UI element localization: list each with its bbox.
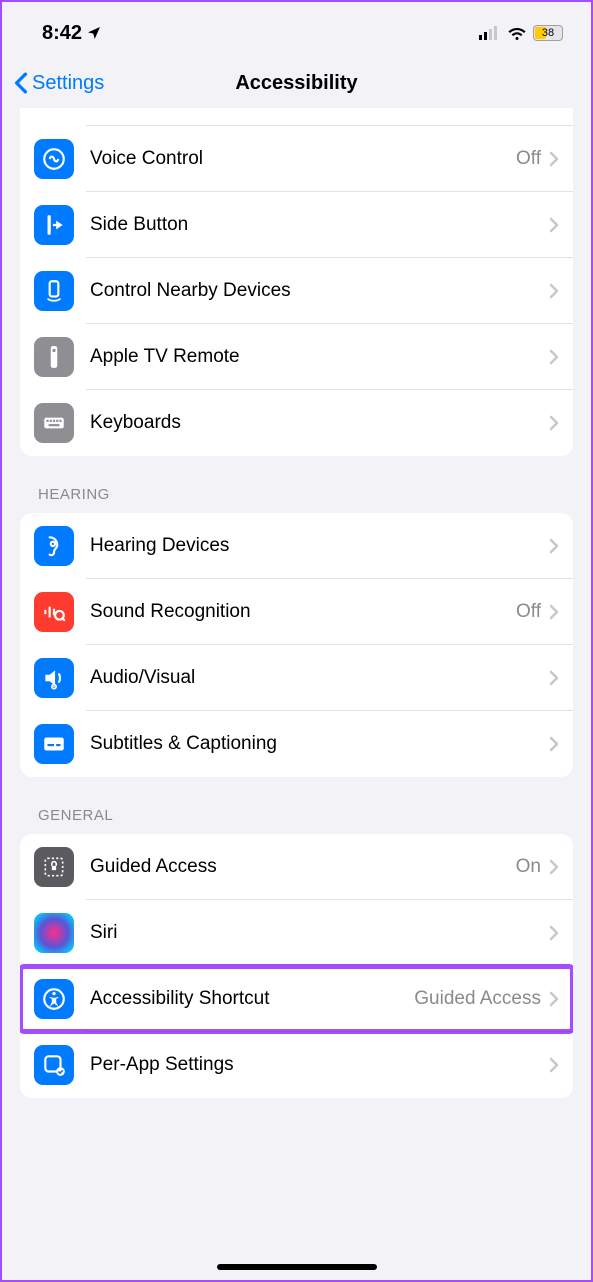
row-detail: Off <box>516 601 541 623</box>
side-button-icon <box>34 205 74 245</box>
row-label: Guided Access <box>90 856 516 878</box>
chevron-right-icon <box>549 217 559 233</box>
location-icon <box>86 25 102 41</box>
row-label: Control Nearby Devices <box>90 280 549 302</box>
row-control-nearby[interactable]: Control Nearby Devices <box>20 258 573 324</box>
chevron-right-icon <box>549 991 559 1007</box>
row-label: Per-App Settings <box>90 1054 549 1076</box>
row-label: Siri <box>90 922 549 944</box>
guided-access-icon <box>34 847 74 887</box>
chevron-right-icon <box>549 859 559 875</box>
audio-visual-icon <box>34 658 74 698</box>
chevron-right-icon <box>549 349 559 365</box>
row-label: Sound Recognition <box>90 601 516 623</box>
section-header-general: GENERAL <box>20 777 573 834</box>
chevron-right-icon <box>549 415 559 431</box>
chevron-right-icon <box>549 604 559 620</box>
per-app-settings-icon <box>34 1045 74 1085</box>
group-general: Guided Access On Siri Accessibility Shor… <box>20 834 573 1098</box>
sound-recognition-icon <box>34 592 74 632</box>
back-label: Settings <box>32 72 104 95</box>
content: Voice Control Off Side Button Control Ne… <box>2 108 591 1138</box>
status-bar: 8:42 38 <box>2 2 591 58</box>
row-hearing-devices[interactable]: Hearing Devices <box>20 513 573 579</box>
row-label: Keyboards <box>90 412 549 434</box>
battery-icon: 38 <box>533 25 563 41</box>
siri-icon <box>34 913 74 953</box>
control-nearby-icon <box>34 271 74 311</box>
status-indicators: 38 <box>479 25 563 41</box>
row-audio-visual[interactable]: Audio/Visual <box>20 645 573 711</box>
row-detail: Guided Access <box>414 988 541 1010</box>
cellular-icon <box>479 26 501 40</box>
chevron-right-icon <box>549 538 559 554</box>
chevron-left-icon <box>14 72 28 94</box>
back-button[interactable]: Settings <box>14 72 104 95</box>
row-detail: On <box>516 856 541 878</box>
apple-tv-remote-icon <box>34 337 74 377</box>
chevron-right-icon <box>549 736 559 752</box>
row-voice-control[interactable]: Voice Control Off <box>20 126 573 192</box>
row-subtitles-captioning[interactable]: Subtitles & Captioning <box>20 711 573 777</box>
section-header-hearing: HEARING <box>20 456 573 513</box>
accessibility-shortcut-icon <box>34 979 74 1019</box>
row-siri[interactable]: Siri <box>20 900 573 966</box>
home-indicator[interactable] <box>217 1264 377 1270</box>
nav-bar: Settings Accessibility <box>2 58 591 108</box>
row-per-app-settings[interactable]: Per-App Settings <box>20 1032 573 1098</box>
voice-control-icon <box>34 139 74 179</box>
subtitles-icon <box>34 724 74 764</box>
row-peek[interactable] <box>20 108 573 126</box>
keyboards-icon <box>34 403 74 443</box>
battery-text: 38 <box>534 26 562 40</box>
row-detail: Off <box>516 148 541 170</box>
chevron-right-icon <box>549 283 559 299</box>
row-apple-tv-remote[interactable]: Apple TV Remote <box>20 324 573 390</box>
chevron-right-icon <box>549 1057 559 1073</box>
hearing-devices-icon <box>34 526 74 566</box>
row-label: Audio/Visual <box>90 667 549 689</box>
chevron-right-icon <box>549 151 559 167</box>
row-label: Accessibility Shortcut <box>90 988 414 1010</box>
row-label: Side Button <box>90 214 549 236</box>
row-label: Hearing Devices <box>90 535 549 557</box>
row-sound-recognition[interactable]: Sound Recognition Off <box>20 579 573 645</box>
chevron-right-icon <box>549 670 559 686</box>
row-label: Subtitles & Captioning <box>90 733 549 755</box>
chevron-right-icon <box>549 925 559 941</box>
wifi-icon <box>507 26 527 40</box>
group-hearing: Hearing Devices Sound Recognition Off Au… <box>20 513 573 777</box>
row-label: Voice Control <box>90 148 516 170</box>
time-text: 8:42 <box>42 22 82 45</box>
row-keyboards[interactable]: Keyboards <box>20 390 573 456</box>
row-guided-access[interactable]: Guided Access On <box>20 834 573 900</box>
row-accessibility-shortcut[interactable]: Accessibility Shortcut Guided Access <box>20 966 573 1032</box>
group-physical: Voice Control Off Side Button Control Ne… <box>20 108 573 456</box>
row-side-button[interactable]: Side Button <box>20 192 573 258</box>
status-time: 8:42 <box>42 22 102 45</box>
row-label: Apple TV Remote <box>90 346 549 368</box>
